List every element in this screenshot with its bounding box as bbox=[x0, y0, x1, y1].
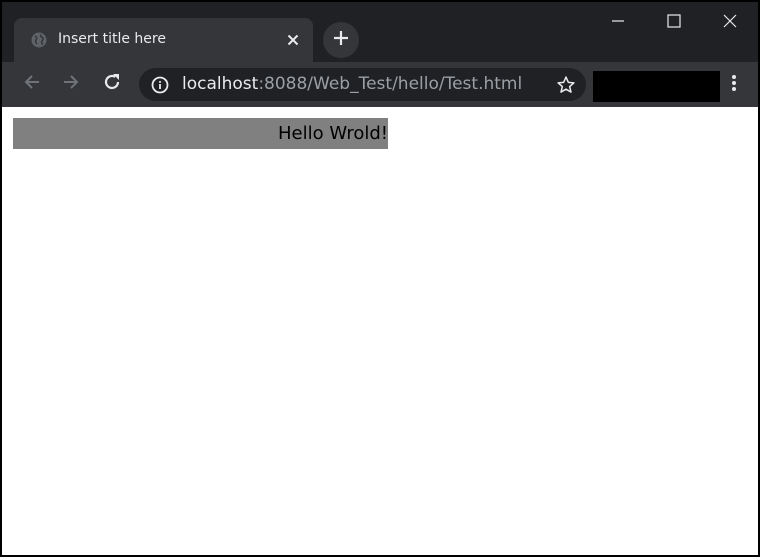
info-icon[interactable] bbox=[151, 76, 169, 94]
url-host: localhost bbox=[182, 74, 259, 94]
window-close-button[interactable] bbox=[702, 2, 758, 42]
minimize-icon bbox=[611, 13, 625, 32]
back-button[interactable] bbox=[15, 67, 49, 101]
minimize-button[interactable] bbox=[590, 2, 646, 42]
new-tab-button[interactable] bbox=[323, 22, 359, 58]
back-arrow-icon bbox=[23, 73, 41, 95]
active-tab[interactable]: Insert title here bbox=[14, 18, 313, 62]
star-icon[interactable] bbox=[554, 73, 578, 97]
url-path: :8088/Web_Test/hello/Test.html bbox=[258, 74, 523, 94]
reload-icon bbox=[102, 72, 122, 96]
maximize-button[interactable] bbox=[646, 2, 702, 42]
title-bar: Insert title here bbox=[2, 2, 758, 62]
tab-title: Insert title here bbox=[58, 31, 166, 47]
close-icon[interactable] bbox=[283, 30, 303, 50]
maximize-icon bbox=[667, 13, 681, 32]
redacted-area bbox=[593, 71, 720, 102]
browser-window: Insert title here localhost:8088/Web_Tes… bbox=[0, 0, 760, 557]
page-content: Hello Wrold! bbox=[2, 107, 758, 555]
reload-button[interactable] bbox=[95, 67, 129, 101]
more-vert-icon bbox=[731, 74, 737, 96]
menu-button[interactable] bbox=[722, 68, 746, 102]
globe-icon bbox=[31, 32, 47, 48]
window-close-icon bbox=[723, 13, 737, 32]
address-bar[interactable]: localhost:8088/Web_Test/hello/Test.html bbox=[139, 68, 586, 101]
toolbar: localhost:8088/Web_Test/hello/Test.html bbox=[2, 62, 758, 107]
plus-icon bbox=[333, 30, 349, 50]
hello-text: Hello Wrold! bbox=[13, 118, 388, 149]
forward-button[interactable] bbox=[54, 67, 88, 101]
forward-arrow-icon bbox=[62, 73, 80, 95]
url-text: localhost:8088/Web_Test/hello/Test.html bbox=[182, 74, 522, 94]
